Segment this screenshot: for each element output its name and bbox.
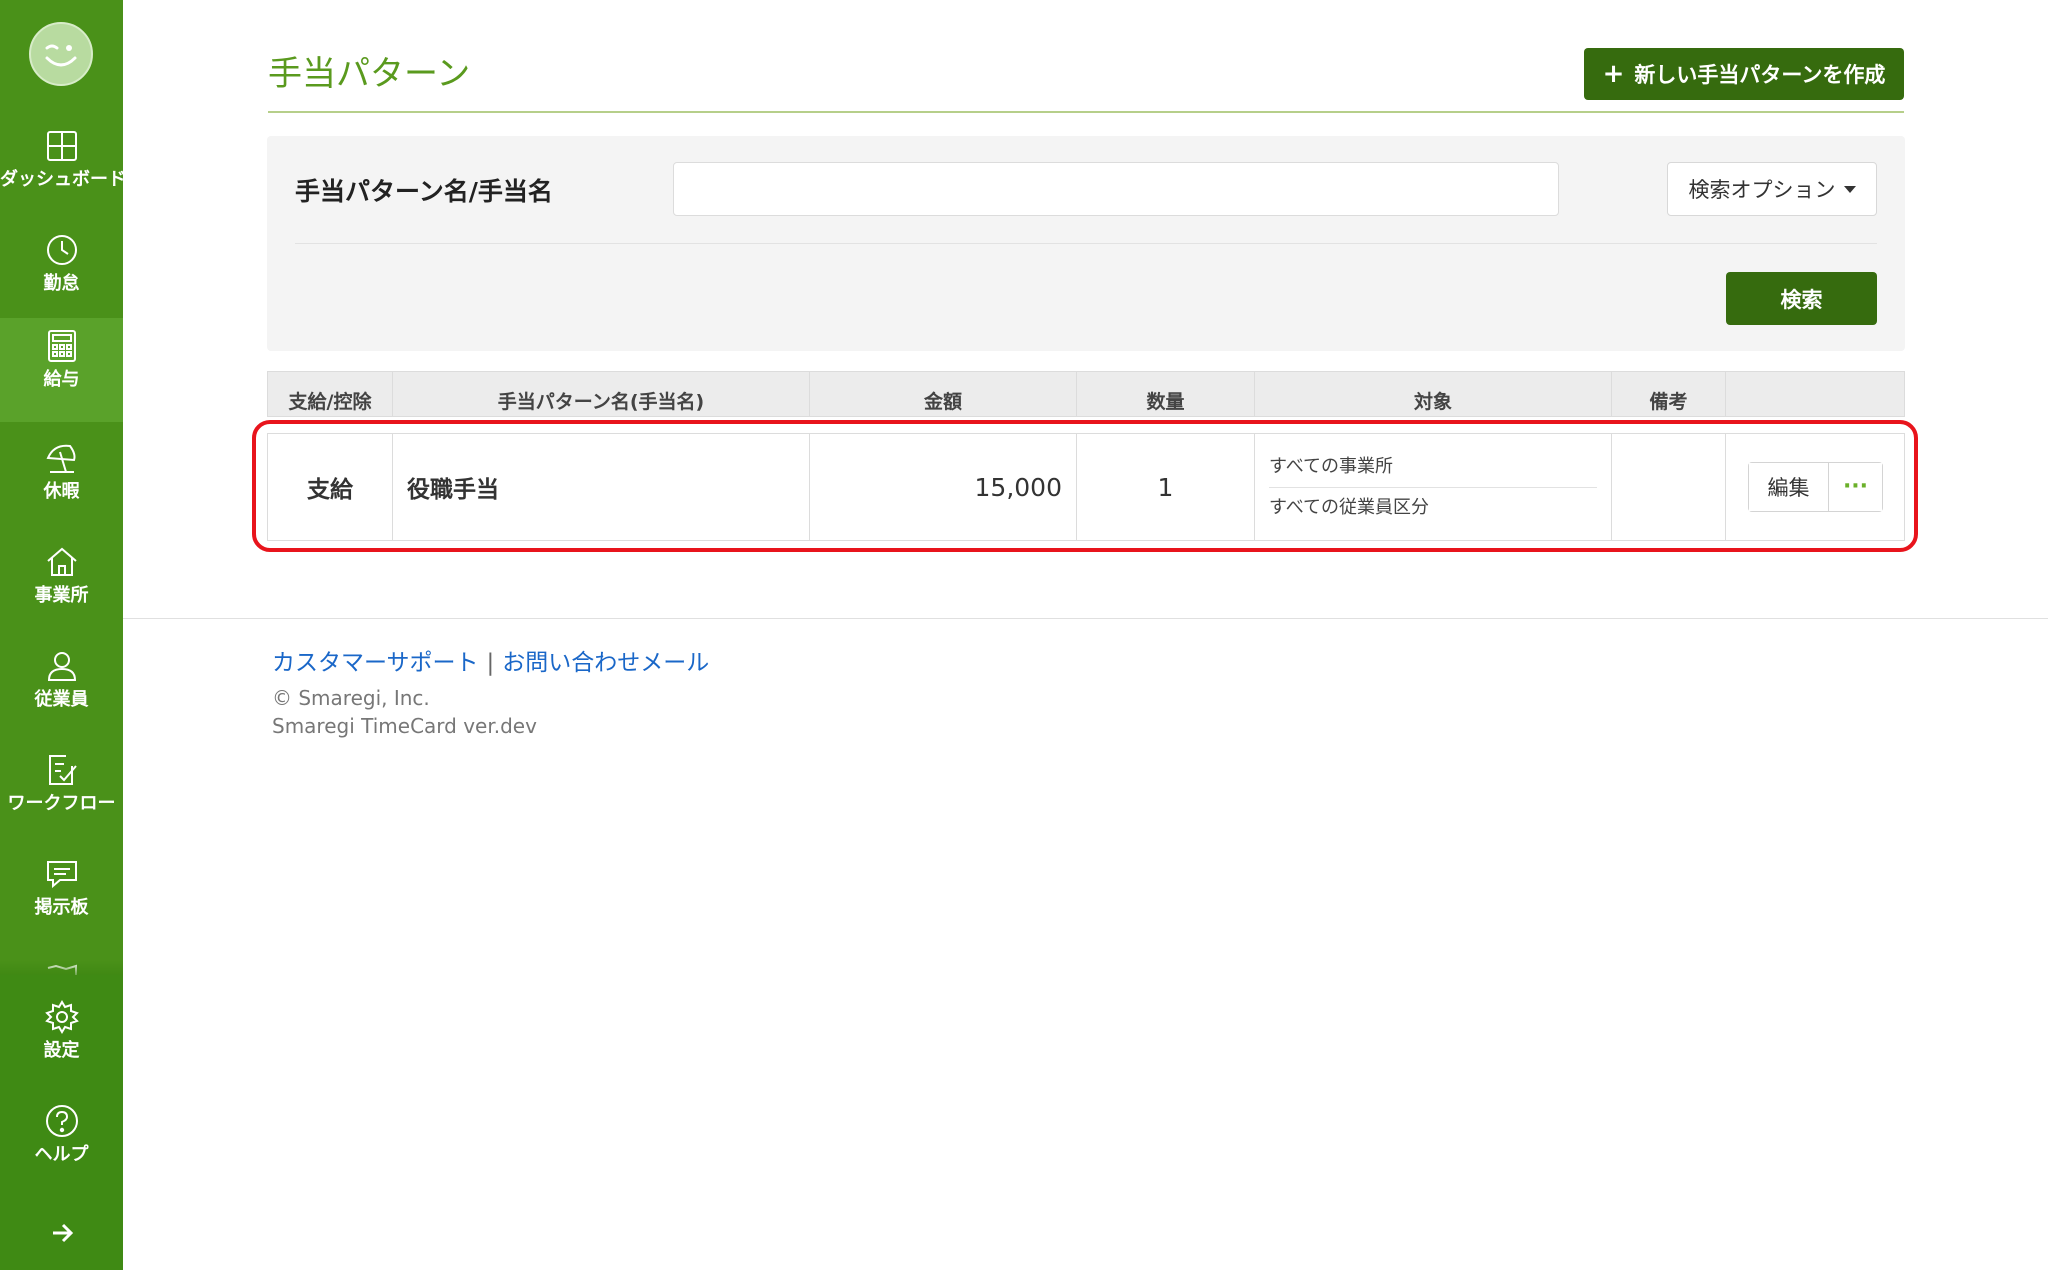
create-button-label: 新しい手当パターンを作成 [1634, 63, 1886, 87]
clock-icon [47, 235, 77, 265]
cell-note [1612, 434, 1726, 540]
search-label: 手当パターン名/手当名 [295, 177, 553, 206]
sidebar-item-label: 従業員 [34, 689, 89, 710]
copyright-text: © Smaregi, Inc. [272, 686, 430, 710]
search-options-dropdown[interactable]: 検索オプション [1667, 162, 1877, 216]
beach-umbrella-icon [46, 444, 76, 473]
panel-divider [295, 243, 1877, 244]
contact-email-link[interactable]: お問い合わせメール [502, 650, 709, 676]
chat-bubble-icon [47, 861, 77, 889]
more-options-icon[interactable]: ··· [1829, 463, 1882, 511]
footer-separator: | [486, 650, 495, 676]
gear-icon [45, 1000, 79, 1034]
smiley-logo-icon[interactable] [29, 22, 93, 86]
sidebar-item-label: ダッシュボード [0, 169, 126, 190]
sidebar-item-label: 休暇 [43, 481, 80, 502]
sidebar-item-workflow[interactable]: ワークフロー [0, 742, 123, 846]
arrow-right-icon[interactable] [44, 1218, 80, 1248]
customer-support-link[interactable]: カスタマーサポート [272, 650, 479, 676]
help-circle-icon [46, 1105, 78, 1137]
sidebar: ダッシュボード 勤怠 給与 休暇 事業所 従業員 ワークフロー 掲示板 設定 ヘ… [0, 0, 126, 1270]
plus-icon: + [1602, 59, 1625, 89]
sidebar-item-attendance[interactable]: 勤怠 [0, 222, 123, 326]
sidebar-item-bulletin[interactable]: 掲示板 [0, 846, 123, 950]
sidebar-item-dashboard[interactable]: ダッシュボード [0, 118, 126, 222]
sidebar-item-settings[interactable]: 設定 [0, 989, 123, 1093]
page-title: 手当パターン [268, 54, 471, 94]
search-button[interactable]: 検索 [1726, 272, 1877, 325]
sidebar-item-leave[interactable]: 休暇 [0, 430, 123, 534]
sidebar-item-label: 掲示板 [34, 897, 89, 918]
sidebar-item-label: 事業所 [34, 585, 89, 606]
cell-type: 支給 [268, 434, 393, 540]
cell-amount: 15,000 [810, 434, 1077, 540]
search-options-label: 検索オプション [1688, 178, 1836, 202]
row-action-group: 編集 ··· [1748, 462, 1883, 512]
footer-divider [123, 618, 2048, 619]
edit-button[interactable]: 編集 [1749, 463, 1829, 511]
sidebar-item-employees[interactable]: 従業員 [0, 638, 123, 742]
column-header-name: 手当パターン名(手当名) [393, 372, 810, 416]
create-allowance-pattern-button[interactable]: + 新しい手当パターンを作成 [1584, 48, 1904, 100]
column-header-target: 対象 [1255, 372, 1612, 416]
sidebar-item-label: 設定 [43, 1040, 80, 1061]
person-icon [47, 652, 77, 681]
cell-name: 役職手当 [393, 434, 810, 540]
table-row: 支給 役職手当 15,000 1 すべての事業所 すべての従業員区分 編集 ··… [267, 433, 1905, 541]
search-input[interactable] [673, 162, 1559, 216]
title-divider [268, 111, 1904, 113]
column-header-note: 備考 [1612, 372, 1726, 416]
sidebar-item-label: 勤怠 [43, 273, 80, 294]
sidebar-item-label: ワークフロー [7, 793, 116, 814]
column-header-type: 支給/控除 [268, 372, 393, 416]
column-header-quantity: 数量 [1077, 372, 1255, 416]
house-icon [47, 547, 77, 576]
caret-down-icon [1843, 185, 1856, 193]
sidebar-item-help[interactable]: ヘルプ [0, 1093, 123, 1197]
target-employee-class: すべての従業員区分 [1269, 496, 1430, 518]
column-header-actions [1726, 372, 1904, 416]
sidebar-item-label: 給与 [43, 369, 80, 390]
cell-quantity: 1 [1077, 434, 1255, 540]
calculator-icon [48, 330, 76, 362]
checklist-icon [49, 755, 77, 785]
target-office: すべての事業所 [1269, 447, 1597, 488]
dashboard-grid-icon [47, 131, 77, 161]
cell-target: すべての事業所 すべての従業員区分 [1255, 434, 1612, 540]
sidebar-item-office[interactable]: 事業所 [0, 534, 123, 638]
sidebar-item-label: ヘルプ [34, 1144, 89, 1165]
footer-links: カスタマーサポート | お問い合わせメール [272, 643, 709, 677]
column-header-amount: 金額 [810, 372, 1077, 416]
version-text: Smaregi TimeCard ver.dev [272, 714, 537, 738]
sidebar-item-payroll[interactable]: 給与 [0, 318, 123, 422]
table-header: 支給/控除 手当パターン名(手当名) 金額 数量 対象 備考 [267, 371, 1905, 417]
search-panel: 手当パターン名/手当名 検索オプション 検索 [267, 136, 1905, 351]
